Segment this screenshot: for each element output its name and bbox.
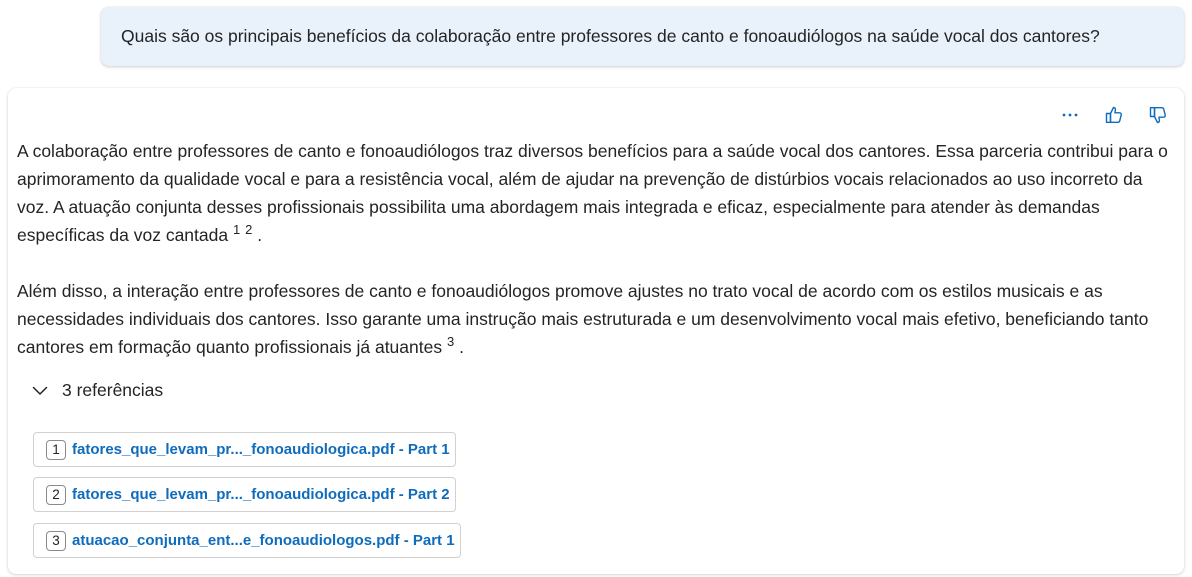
answer-text: A colaboração entre professores de canto… [17, 137, 1172, 361]
sentence-end: . [459, 337, 464, 357]
more-options-button[interactable] [1058, 103, 1082, 127]
reference-chip[interactable]: 3 atuacao_conjunta_ent...e_fonoaudiologo… [33, 523, 461, 558]
reference-chip[interactable]: 2 fatores_que_levam_pr..._fonoaudiologic… [33, 477, 456, 512]
answer-paragraph: Além disso, a interação entre professore… [17, 277, 1172, 361]
answer-paragraph-text: A colaboração entre professores de canto… [17, 141, 1168, 245]
like-button[interactable] [1102, 103, 1126, 127]
reference-number: 1 [46, 439, 66, 460]
message-actions [1058, 103, 1170, 127]
reference-number: 2 [46, 484, 66, 505]
reference-chip[interactable]: 1 fatores_que_levam_pr..._fonoaudiologic… [33, 432, 456, 467]
reference-label: fatores_que_levam_pr..._fonoaudiologica.… [72, 486, 450, 503]
references-toggle[interactable]: 3 referências [32, 380, 163, 401]
answer-paragraph: A colaboração entre professores de canto… [17, 137, 1172, 249]
more-icon [1062, 113, 1078, 117]
user-message-bubble: Quais são os principais benefícios da co… [101, 7, 1184, 66]
assistant-response-card: A colaboração entre professores de canto… [8, 88, 1184, 574]
citation-marker[interactable]: 2 [245, 222, 252, 237]
user-message-text: Quais são os principais benefícios da co… [121, 26, 1100, 46]
thumbs-up-icon [1105, 106, 1122, 123]
chevron-down-icon [32, 386, 48, 395]
answer-paragraph-text: Além disso, a interação entre professore… [17, 281, 1149, 357]
reference-number: 3 [46, 530, 66, 551]
reference-label: atuacao_conjunta_ent...e_fonoaudiologos.… [72, 532, 455, 549]
dislike-button[interactable] [1146, 103, 1170, 127]
thumbs-down-icon [1149, 107, 1166, 124]
citation-marker[interactable]: 1 [233, 222, 240, 237]
citation-marker[interactable]: 3 [447, 334, 454, 349]
reference-label: fatores_que_levam_pr..._fonoaudiologica.… [72, 441, 450, 458]
references-toggle-label: 3 referências [62, 380, 164, 400]
sentence-end: . [257, 225, 263, 245]
